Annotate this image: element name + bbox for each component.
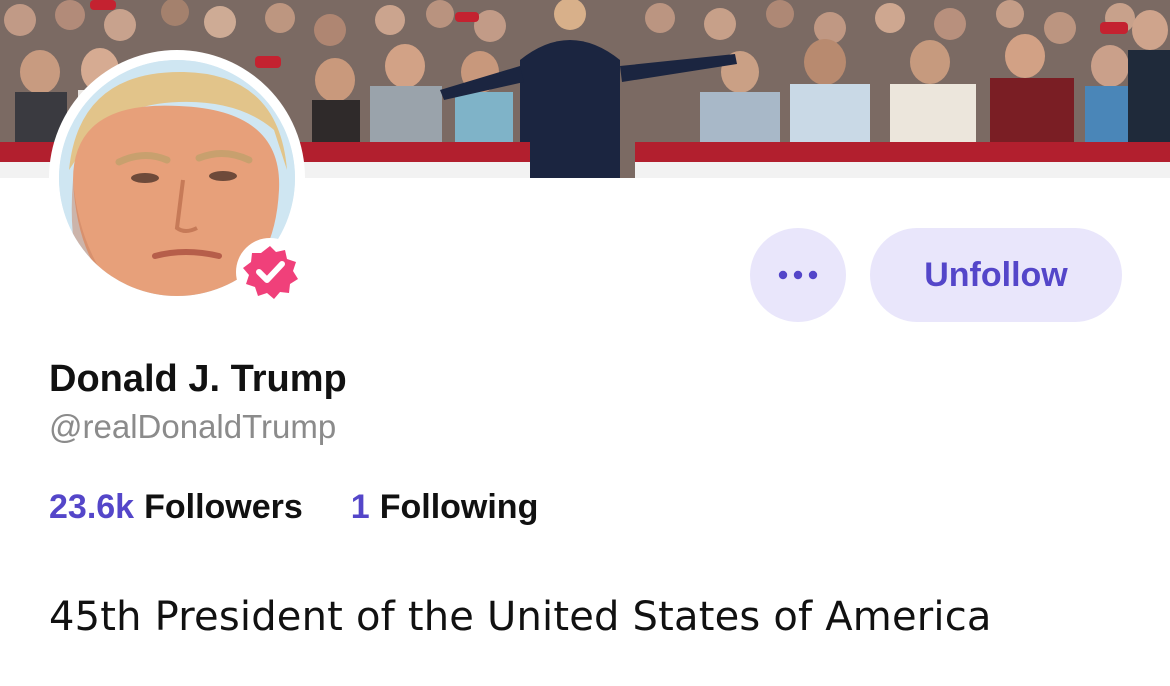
unfollow-button[interactable]: Unfollow bbox=[870, 228, 1122, 322]
user-handle: @realDonaldTrump bbox=[49, 408, 337, 445]
following-label: Following bbox=[379, 488, 539, 526]
more-options-button[interactable] bbox=[750, 228, 846, 322]
following-link[interactable]: 1 Following bbox=[351, 488, 539, 527]
more-dots-icon bbox=[778, 270, 818, 280]
profile-bio: 45th President of the United States of A… bbox=[49, 594, 992, 640]
followers-link[interactable]: 23.6k Followers bbox=[49, 488, 303, 527]
profile-page: Unfollow Donald J. Trump @realDonaldTrum… bbox=[0, 0, 1170, 686]
following-count: 1 bbox=[350, 488, 370, 526]
followers-label: Followers bbox=[144, 488, 303, 526]
followers-count: 23.6k bbox=[49, 488, 135, 526]
display-name: Donald J. Trump bbox=[49, 358, 347, 400]
profile-stats: 23.6k Followers 1 Following bbox=[49, 488, 538, 527]
verified-badge-icon bbox=[236, 238, 304, 306]
